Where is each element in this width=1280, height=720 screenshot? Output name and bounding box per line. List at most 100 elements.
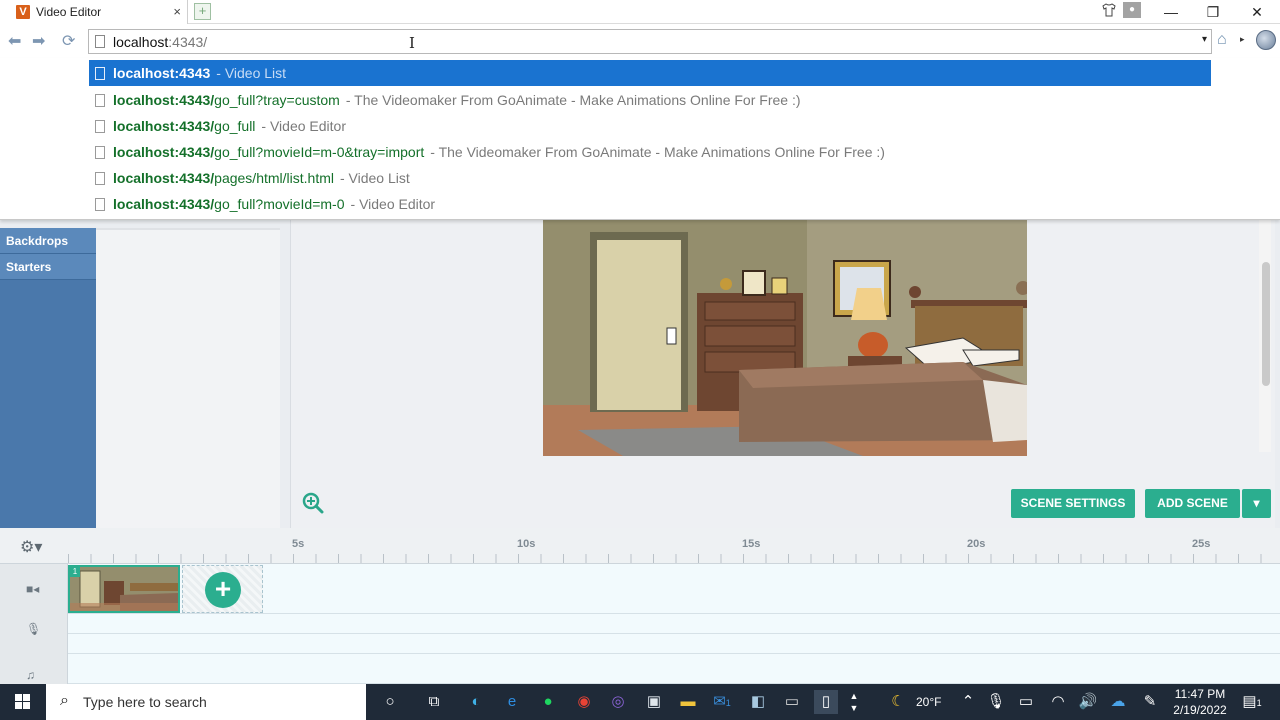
sidebar-item-backdrops[interactable]: Backdrops <box>0 228 96 254</box>
restore-button[interactable]: ❐ <box>1192 0 1234 24</box>
track-labels: ■◂ 🎙 ♫ <box>0 564 68 684</box>
timeline-settings-gear-icon[interactable]: ⚙▾ <box>20 537 50 556</box>
new-tab-button[interactable]: + <box>194 3 211 20</box>
scene-thumbnail-image <box>70 567 178 611</box>
notifications-icon[interactable]: ▤1 <box>1240 690 1264 714</box>
address-bar[interactable]: localhost:4343/ ▾ <box>88 29 1212 54</box>
minimize-button[interactable]: — <box>1150 0 1192 24</box>
address-text[interactable]: localhost:4343/ <box>113 34 207 50</box>
reload-icon[interactable]: ⟳ <box>62 31 75 51</box>
stage-area: SCENE SETTINGS ADD SCENE ▾ <box>290 220 1275 528</box>
voice-track[interactable] <box>68 614 1280 634</box>
browser-tab-bar: V Video Editor × + ● — ❐ ✕ <box>0 0 1280 24</box>
more-arrow-icon[interactable]: ▸ <box>1240 34 1245 45</box>
edge-icon[interactable]: ◐ <box>464 690 488 714</box>
tick-label: 25s <box>1192 538 1211 550</box>
tab-close-icon[interactable]: × <box>173 4 181 19</box>
back-arrow-icon[interactable]: ⬅ <box>8 31 21 51</box>
microphone-tray-icon[interactable]: 🎙 <box>984 690 1008 714</box>
home-icon[interactable]: ⌂ <box>1217 31 1227 49</box>
moon-weather-icon: ☾ <box>891 693 905 710</box>
document-icon[interactable]: ▯ <box>814 690 838 714</box>
suggestion-item[interactable]: localhost:4343/go_full?movieId=m-0 - Vid… <box>89 191 1211 217</box>
app-window-icon[interactable]: ▣ <box>642 690 666 714</box>
address-suggestions: localhost:4343 - Video List localhost:43… <box>0 58 1280 220</box>
app-logo-icon: V <box>16 5 30 19</box>
notification-count: 1 <box>1256 698 1262 708</box>
timeline-ruler[interactable]: ⚙▾ 5s 10s 15s 20s 25s <box>0 528 1280 564</box>
scene-number: 1 <box>70 567 80 577</box>
clock-time: 11:47 PM <box>1174 687 1226 701</box>
tick-label: 20s <box>967 538 986 550</box>
address-dropdown-icon[interactable]: ▾ <box>1202 34 1207 45</box>
page-icon <box>95 93 105 107</box>
shirt-icon[interactable] <box>1101 2 1117 18</box>
suggestion-item[interactable]: localhost:4343/pages/html/list.html - Vi… <box>89 165 1211 191</box>
asset-sidebar: Backdrops Starters <box>0 228 96 528</box>
pen-icon[interactable]: ✎ <box>1138 690 1162 714</box>
mail-badge: 1 <box>725 698 731 708</box>
timeline: ⚙▾ 5s 10s 15s 20s 25s ■◂ 🎙 ♫ 1 + <box>0 528 1280 684</box>
battery-icon[interactable]: ▭ <box>1014 690 1038 714</box>
add-scene-dropdown-icon[interactable]: ▾ <box>1242 489 1271 518</box>
paper-icon[interactable]: ◧ <box>746 690 770 714</box>
windows-start-icon[interactable] <box>0 684 46 720</box>
page-icon <box>95 197 105 211</box>
browser-tab[interactable]: V Video Editor × <box>0 0 188 24</box>
sidebar-item-starters[interactable]: Starters <box>0 254 96 280</box>
clock[interactable]: 11:47 PM 2/19/2022 <box>1164 686 1236 718</box>
spotify-icon[interactable]: ● <box>536 690 560 714</box>
mail-icon[interactable]: ✉1 <box>710 690 734 714</box>
search-placeholder: Type here to search <box>83 694 207 710</box>
page-icon <box>95 171 105 185</box>
zoom-in-icon[interactable] <box>302 492 324 514</box>
github-icon[interactable]: ◎ <box>606 690 630 714</box>
add-scene-button[interactable]: ADD SCENE <box>1145 489 1240 518</box>
scrollbar-thumb[interactable] <box>1262 262 1270 386</box>
text-cursor-icon: I <box>409 34 415 52</box>
task-view-icon[interactable]: ⧉ <box>422 690 446 714</box>
wifi-icon[interactable]: ◠ <box>1046 690 1070 714</box>
scene-settings-button[interactable]: SCENE SETTINGS <box>1011 489 1135 518</box>
ruler-ticks <box>68 554 1280 563</box>
tick-label: 15s <box>742 538 761 550</box>
music-note-icon: ♫ <box>26 668 35 682</box>
chrome-icon[interactable]: ◉ <box>572 690 596 714</box>
video-editor: Backdrops Starters SCENE SETTINGS ADD SC… <box>0 220 1280 528</box>
internet-explorer-icon[interactable]: e <box>500 690 524 714</box>
suggestion-item[interactable]: localhost:4343/go_full?tray=custom - The… <box>89 87 1211 113</box>
volume-icon[interactable]: 🔊 <box>1076 690 1100 714</box>
scene-thumbnail[interactable]: 1 <box>68 565 180 613</box>
scene-canvas[interactable] <box>543 220 1027 456</box>
taskbar-scroll-arrows-icon[interactable]: ▲ ▼ <box>846 690 862 714</box>
plus-circle-icon[interactable]: + <box>205 572 241 608</box>
page-icon <box>95 119 105 133</box>
terminal-icon[interactable]: ▭ <box>780 690 804 714</box>
tick-label: 10s <box>517 538 536 550</box>
page-icon <box>95 145 105 159</box>
cortana-icon[interactable]: ○ <box>378 690 402 714</box>
page-icon <box>95 66 105 80</box>
search-icon: ⌕ <box>60 692 69 709</box>
tick-label: 5s <box>292 538 305 550</box>
weather-temperature[interactable]: 20°F <box>916 695 941 709</box>
audio-track-2[interactable] <box>68 654 1280 684</box>
page-icon <box>95 35 105 48</box>
clock-date: 2/19/2022 <box>1173 703 1227 717</box>
suggestion-item[interactable]: localhost:4343/go_full - Video Editor <box>89 113 1211 139</box>
user-profile-icon[interactable]: ● <box>1123 2 1141 18</box>
tray-chevron-icon[interactable]: ⌃ <box>956 690 980 714</box>
asset-panel <box>96 228 280 528</box>
globe-icon[interactable] <box>1256 30 1276 50</box>
suggestion-item[interactable]: localhost:4343/go_full?movieId=m-0&tray=… <box>89 139 1211 165</box>
add-scene-slot[interactable]: + <box>182 565 263 613</box>
taskbar: ⌕ Type here to search ○ ⧉ ◐ e ● ◉ ◎ ▣ ▬ … <box>0 684 1280 720</box>
onedrive-icon[interactable]: ☁ <box>1106 690 1130 714</box>
suggestion-item[interactable]: localhost:4343 - Video List <box>89 60 1211 86</box>
microphone-icon: 🎙 <box>26 622 42 636</box>
forward-arrow-icon[interactable]: ➡ <box>32 31 45 51</box>
file-explorer-icon[interactable]: ▬ <box>676 690 700 714</box>
close-window-button[interactable]: ✕ <box>1236 0 1278 24</box>
taskbar-search[interactable]: ⌕ Type here to search <box>46 684 366 720</box>
audio-track-1[interactable] <box>68 634 1280 654</box>
